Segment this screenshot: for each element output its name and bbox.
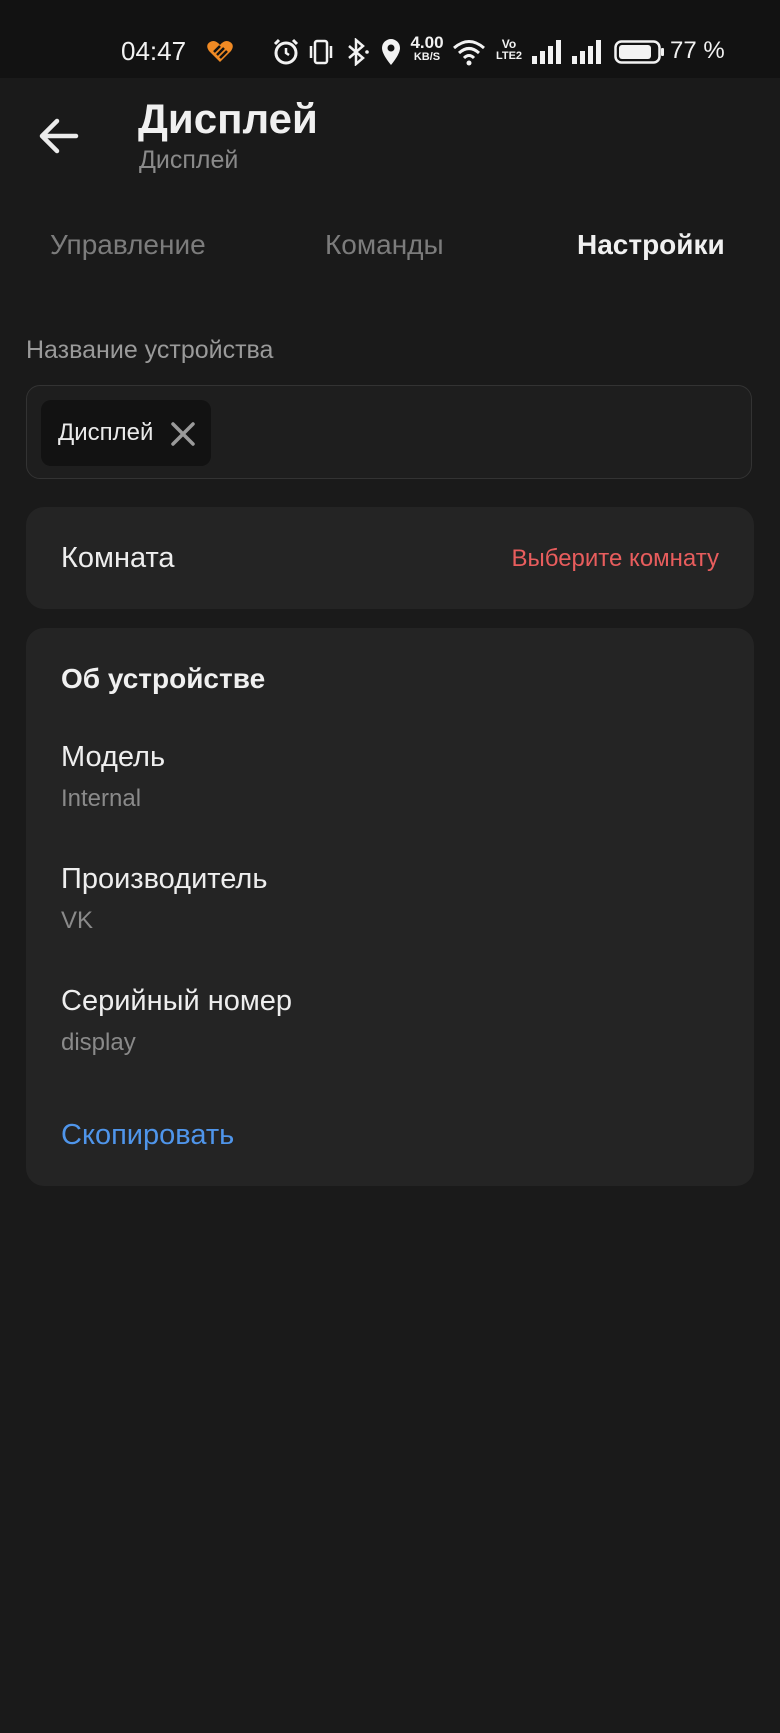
battery-icon: [614, 40, 664, 64]
signal-icon: [572, 40, 601, 64]
room-select-value[interactable]: Выберите комнату: [511, 545, 719, 573]
tab-settings[interactable]: Настройки: [577, 229, 725, 261]
page-title: Дисплей: [138, 95, 318, 142]
serial-number-value: display: [61, 1029, 136, 1056]
back-button[interactable]: [30, 106, 90, 166]
model-label: Модель: [61, 741, 166, 773]
app-heart-icon: [207, 41, 233, 62]
page-subtitle: Дисплей: [139, 146, 239, 174]
network-speed: 4.00 KB/S: [408, 34, 446, 63]
signal-icon: [532, 40, 561, 64]
wifi-icon: [453, 40, 485, 66]
model-value: Internal: [61, 785, 142, 812]
close-icon[interactable]: [169, 420, 197, 448]
copy-button[interactable]: Скопировать: [61, 1119, 234, 1152]
about-device-card: Об устройстве Модель Internal Производит…: [26, 628, 754, 1186]
volte-icon: Vo LTE2: [494, 38, 524, 62]
volte-top: Vo: [501, 37, 517, 51]
device-name-label: Название устройства: [26, 336, 274, 364]
status-time: 04:47: [121, 36, 187, 66]
battery-percent: 77 %: [670, 37, 725, 64]
room-row[interactable]: Комната Выберите комнату: [26, 507, 754, 609]
bluetooth-icon: [348, 38, 369, 66]
manufacturer-value: VK: [61, 907, 94, 934]
about-title: Об устройстве: [61, 663, 266, 694]
status-bar: 04:47 4.00 KB/S Vo LTE2 77 %: [0, 0, 780, 78]
location-icon: [382, 39, 400, 65]
network-speed-unit: KB/S: [413, 51, 441, 63]
device-name-chip[interactable]: Дисплей: [41, 400, 211, 466]
vibrate-icon: [309, 39, 333, 65]
room-label: Комната: [61, 542, 175, 574]
alarm-icon: [273, 38, 299, 65]
device-name-chip-label: Дисплей: [58, 419, 154, 446]
arrow-left-icon: [39, 118, 79, 154]
tab-control[interactable]: Управление: [50, 229, 206, 261]
volte-bottom: LTE2: [495, 50, 523, 62]
manufacturer-label: Производитель: [61, 863, 268, 895]
network-speed-value: 4.00: [410, 33, 444, 52]
device-name-field[interactable]: Дисплей: [26, 385, 752, 479]
serial-number-label: Серийный номер: [61, 985, 293, 1017]
tab-commands[interactable]: Команды: [325, 229, 444, 261]
